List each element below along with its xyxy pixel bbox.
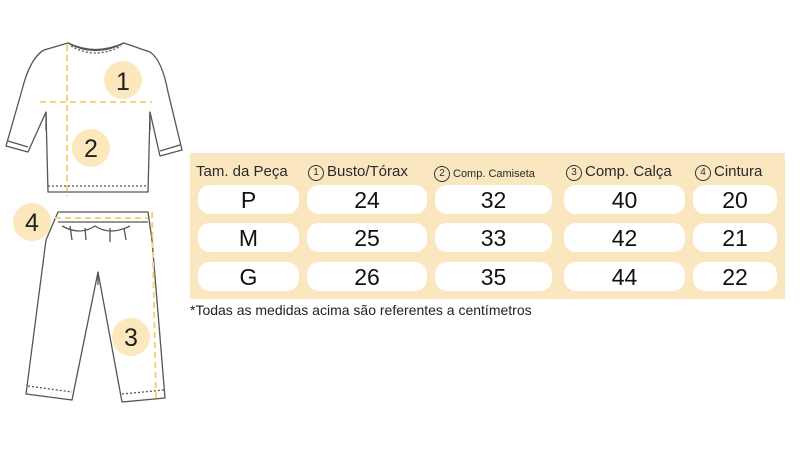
footnote: *Todas as medidas acima são referentes a… [190,302,532,318]
header-shirt-length-label: Comp. Camiseta [453,168,535,180]
callout-4-label: 4 [25,209,39,237]
cell-g-bust: 26 [307,262,427,291]
cell-p-waist: 20 [693,185,777,214]
header-pants-length: 3 Comp. Calça [566,163,672,181]
callout-3-marker: 3 [112,318,150,356]
header-shirt-length: 2 Comp. Camiseta [434,166,535,182]
header-waist-label: Cintura [714,163,763,180]
header-waist: 4 Cintura [695,163,762,181]
cell-m-pants-length: 42 [564,223,685,252]
callout-1-label: 1 [116,68,130,96]
callout-3-label: 3 [124,324,138,352]
cell-m-shirt-length: 33 [435,223,552,252]
pants-drawing [25,211,166,403]
callout-2-marker: 2 [72,129,110,167]
callout-4-marker: 4 [13,203,51,241]
callout-2-label: 2 [84,135,98,163]
cell-g-waist: 22 [693,262,777,291]
cell-p-bust: 24 [307,185,427,214]
shirt-drawing [5,42,183,193]
cell-p-shirt-length: 32 [435,185,552,214]
header-size-label: Tam. da Peça [196,163,288,180]
number-4-icon: 4 [695,165,711,181]
pajama-illustration: 1 2 3 4 [5,42,183,403]
cell-g-shirt-length: 35 [435,262,552,291]
size-table: Tam. da Peça 1 Busto/Tórax 2 Comp. Camiset… [190,153,785,299]
cell-m-bust: 25 [307,223,427,252]
header-size: Tam. da Peça [196,163,288,180]
cell-m-waist: 21 [693,223,777,252]
cell-size-g: G [198,262,299,291]
header-pants-length-label: Comp. Calça [585,163,672,180]
number-3-icon: 3 [566,165,582,181]
header-bust: 1 Busto/Tórax [308,163,408,181]
number-2-icon: 2 [434,166,450,182]
cell-p-pants-length: 40 [564,185,685,214]
number-1-icon: 1 [308,165,324,181]
header-bust-label: Busto/Tórax [327,163,408,180]
cell-g-pants-length: 44 [564,262,685,291]
callout-1-marker: 1 [104,61,142,99]
cell-size-p: P [198,185,299,214]
cell-size-m: M [198,223,299,252]
